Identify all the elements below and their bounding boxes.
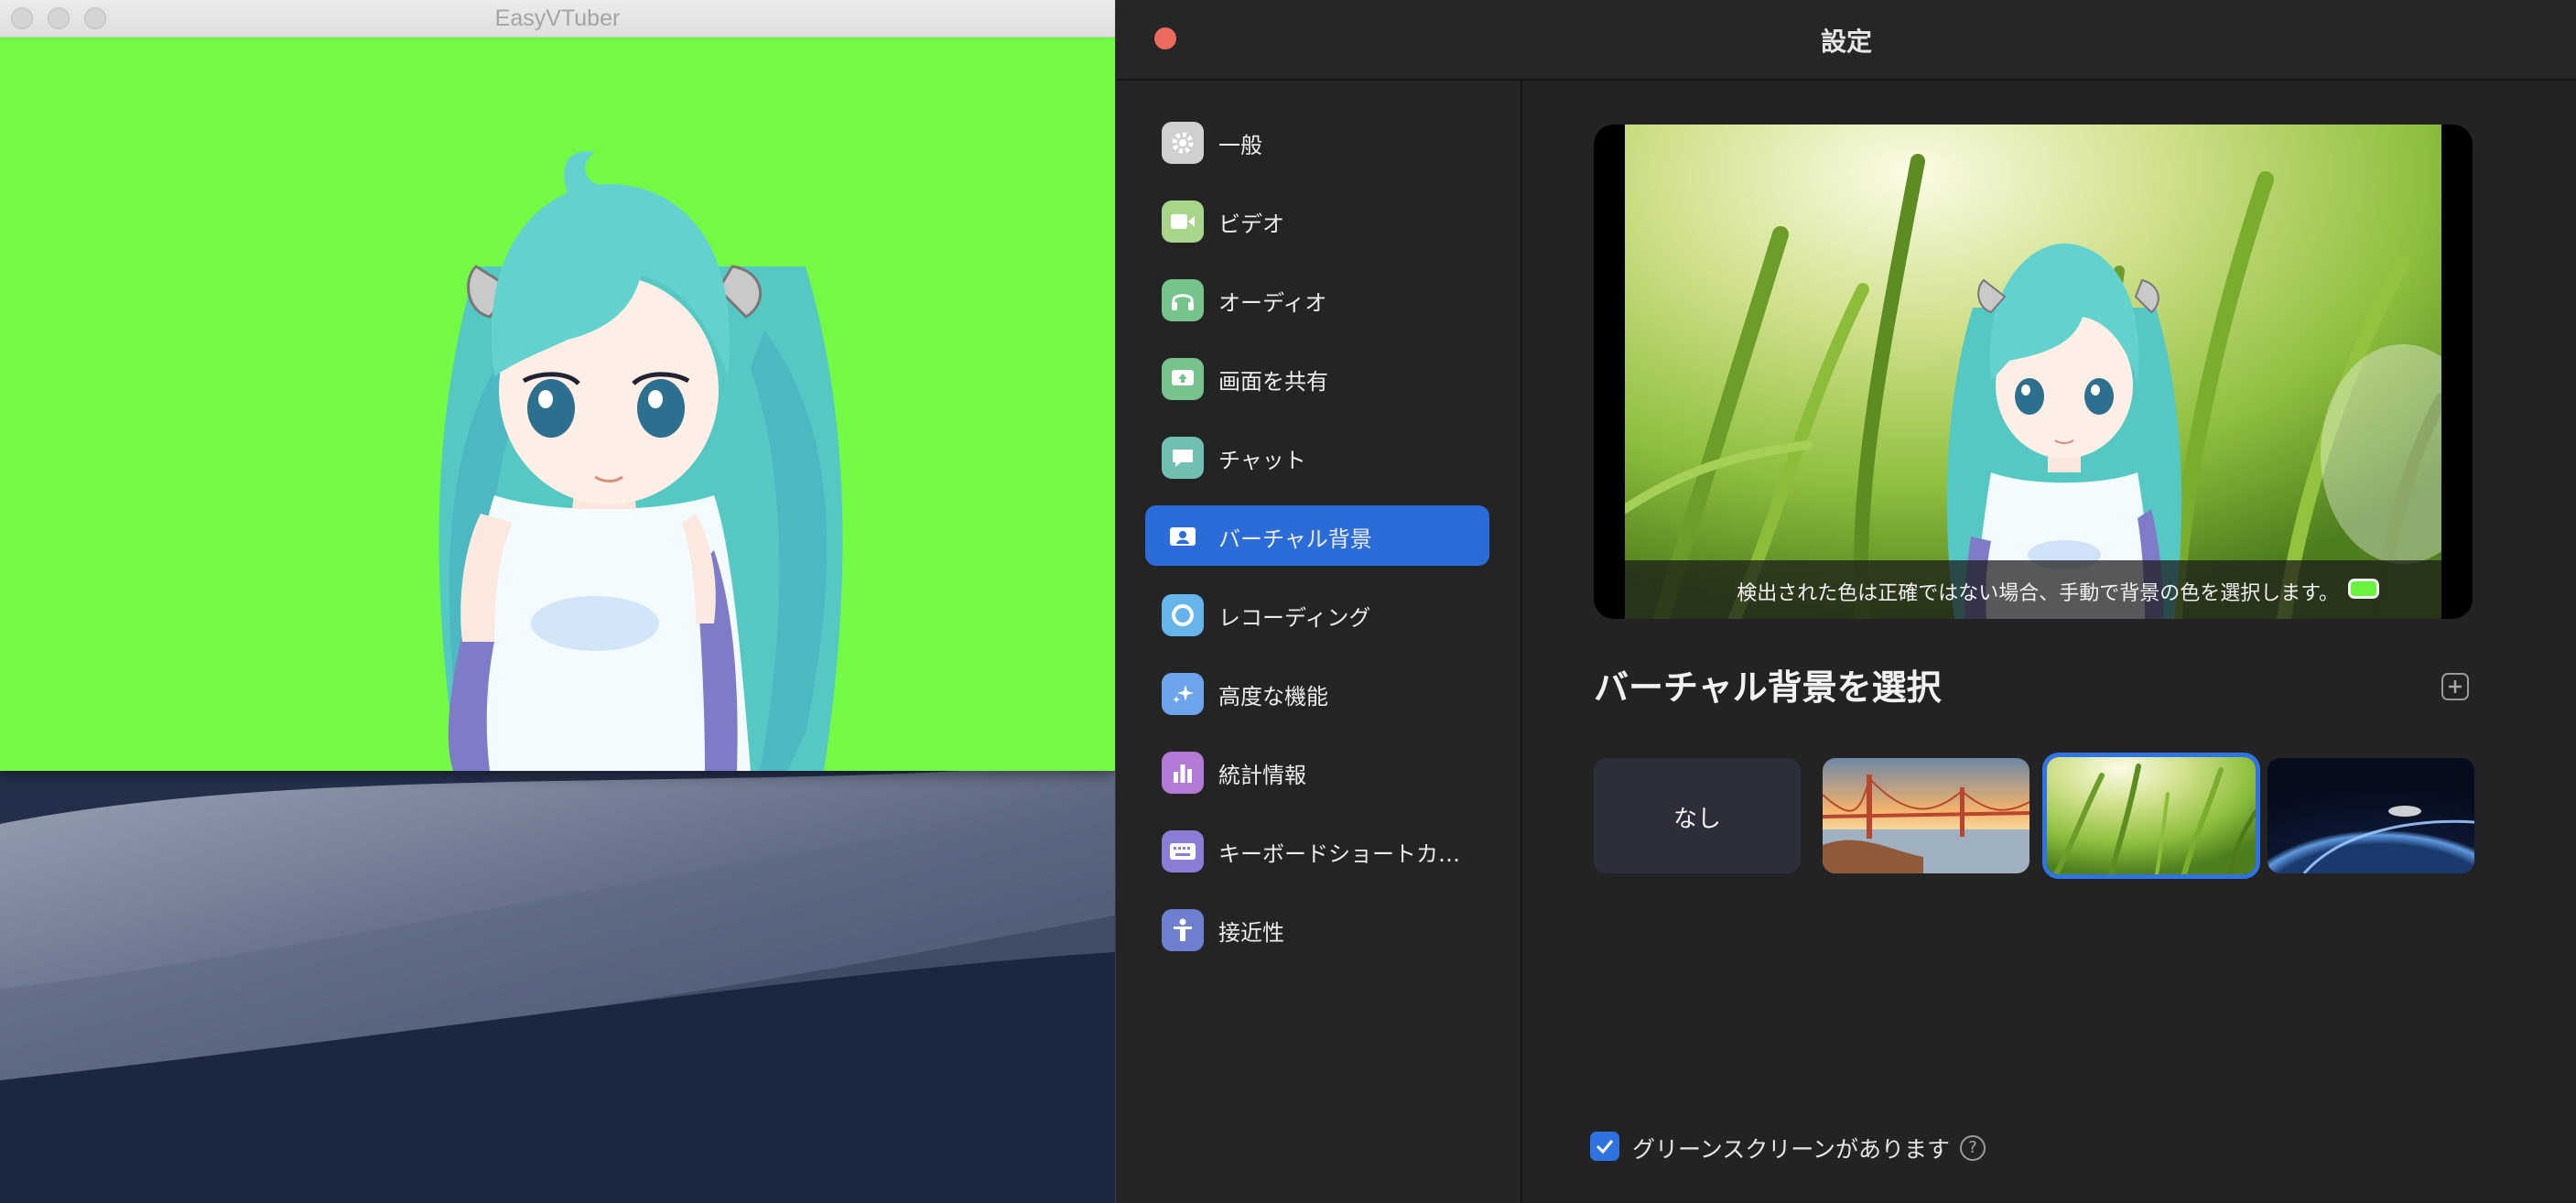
video-camera-icon — [1162, 200, 1204, 243]
sidebar-item-keyboard-shortcuts[interactable]: キーボードショートカ… — [1145, 820, 1489, 881]
sidebar-item-virtual-background[interactable]: バーチャル背景 — [1145, 505, 1489, 566]
chat-bubble-icon — [1162, 437, 1204, 479]
sidebar-item-label: チャット — [1218, 448, 1306, 473]
sparkle-icon — [1162, 673, 1204, 715]
share-screen-icon — [1162, 358, 1204, 400]
sidebar-item-label: 高度な機能 — [1218, 684, 1328, 710]
background-option-none[interactable]: なし — [1594, 758, 1801, 873]
window-title: EasyVTuber — [494, 5, 621, 31]
avatar-image — [438, 151, 843, 771]
settings-window[interactable]: 設定 一般 ビデオ オーディオ 画面を共有 チャット バーチャル背景 レコーディ… — [1115, 0, 2576, 1203]
sidebar-item-label: レコーディング — [1218, 605, 1371, 631]
easyvtuber-titlebar[interactable]: EasyVTuber — [0, 0, 1115, 38]
sidebar-item-label: 画面を共有 — [1218, 369, 1328, 395]
sidebar-item-label: 統計情報 — [1218, 763, 1306, 788]
record-icon — [1162, 594, 1204, 636]
sidebar-item-share-screen[interactable]: 画面を共有 — [1145, 348, 1489, 408]
sidebar-item-chat[interactable]: チャット — [1145, 427, 1489, 487]
settings-titlebar[interactable]: 設定 — [1116, 0, 2576, 81]
golden-gate-thumbnail — [1823, 758, 2029, 873]
green-screen-label[interactable]: グリーンスクリーンがあります — [1632, 1132, 1950, 1165]
window-title: 設定 — [1820, 27, 1872, 57]
sidebar-item-general[interactable]: 一般 — [1145, 112, 1489, 172]
add-background-button[interactable] — [2441, 673, 2469, 700]
green-screen-checkbox[interactable] — [1590, 1132, 1619, 1161]
avatar-canvas — [0, 38, 1115, 771]
sidebar-item-advanced[interactable]: 高度な機能 — [1145, 663, 1489, 723]
sidebar-item-video[interactable]: ビデオ — [1145, 190, 1489, 251]
sidebar-item-label: キーボードショートカ… — [1218, 841, 1460, 867]
sidebar-item-label: 接近性 — [1218, 920, 1284, 946]
sidebar-item-statistics[interactable]: 統計情報 — [1145, 742, 1489, 802]
sidebar-item-label: ビデオ — [1218, 211, 1284, 237]
background-option-label: なし — [1672, 806, 1721, 833]
virtual-background-icon — [1162, 515, 1204, 558]
section-heading: バーチャル背景を選択 — [1594, 667, 1942, 708]
headphones-icon — [1162, 279, 1204, 321]
background-color-picker[interactable] — [2348, 579, 2379, 599]
bar-chart-icon — [1162, 752, 1204, 794]
gear-icon — [1162, 122, 1204, 164]
background-option-golden-gate[interactable] — [1823, 758, 2029, 873]
background-option-grass[interactable] — [2042, 753, 2260, 879]
camera-preview: 検出された色は正確ではない場合、手動で背景の色を選択します。 — [1594, 125, 2473, 619]
checkmark-icon — [1596, 1140, 1614, 1154]
easyvtuber-window[interactable]: EasyVTuber — [0, 0, 1115, 771]
sidebar-item-recording[interactable]: レコーディング — [1145, 584, 1489, 645]
background-option-earth[interactable] — [2268, 758, 2474, 873]
color-detection-hint: 検出された色は正確ではない場合、手動で背景の色を選択します。 — [1737, 582, 2339, 605]
grass-thumbnail — [2047, 757, 2256, 874]
keyboard-icon — [1162, 830, 1204, 872]
sidebar-item-label: オーディオ — [1218, 290, 1327, 316]
virtual-background-panel: 検出された色は正確ではない場合、手動で背景の色を選択します。 バーチャル背景を選… — [1522, 81, 2576, 1203]
sidebar-item-label: バーチャル背景 — [1218, 526, 1372, 552]
sidebar-item-audio[interactable]: オーディオ — [1145, 269, 1489, 330]
earth-thumbnail — [2268, 758, 2474, 873]
preview-hint-bar: 検出された色は正確ではない場合、手動で背景の色を選択します。 — [1625, 560, 2441, 619]
question-mark-icon[interactable]: ? — [1960, 1135, 1986, 1161]
accessibility-icon — [1162, 909, 1204, 951]
sidebar-item-accessibility[interactable]: 接近性 — [1145, 899, 1489, 959]
plus-icon — [2449, 680, 2462, 693]
sidebar-item-label: 一般 — [1218, 133, 1262, 158]
preview-image — [1625, 125, 2441, 619]
settings-sidebar: 一般 ビデオ オーディオ 画面を共有 チャット バーチャル背景 レコーディング … — [1116, 81, 1522, 1203]
